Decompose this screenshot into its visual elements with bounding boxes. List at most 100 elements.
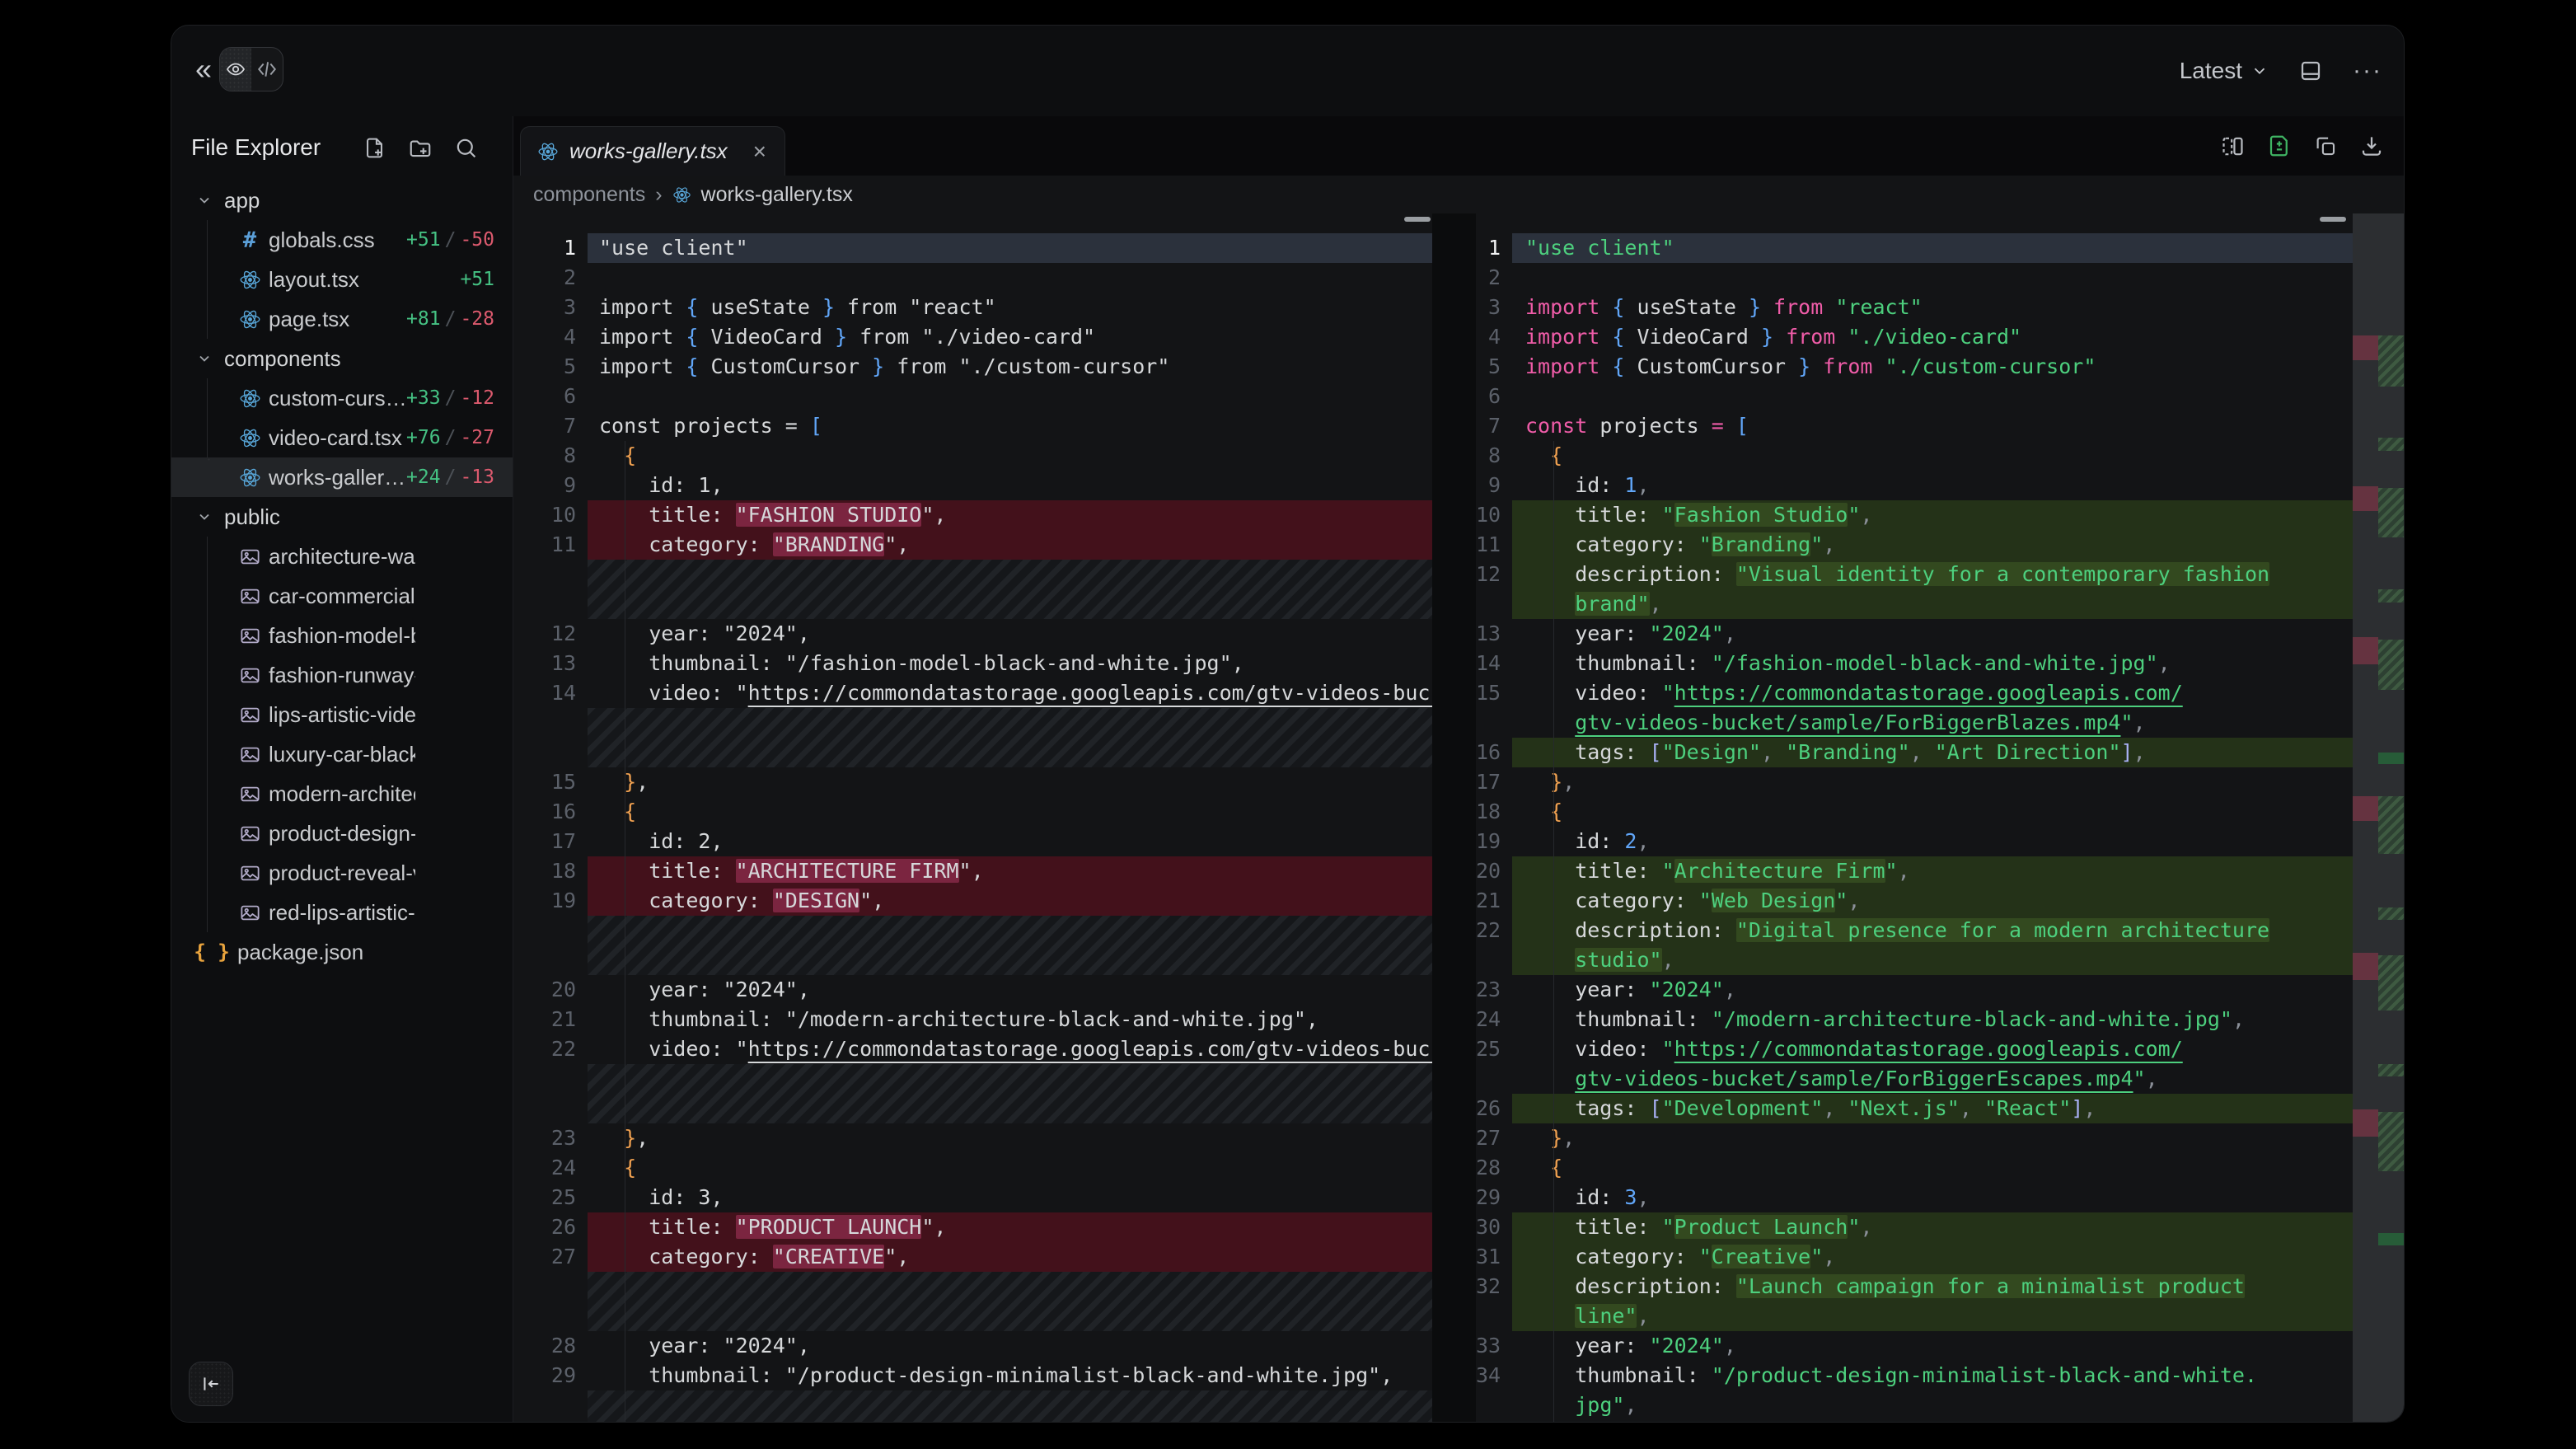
- code-row[interactable]: 6: [513, 382, 1432, 411]
- code-row[interactable]: 17 },: [1476, 767, 2353, 797]
- tree-folder-public[interactable]: public: [171, 497, 513, 537]
- code-row[interactable]: 30 title: "Product Launch",: [1476, 1212, 2353, 1242]
- code-row[interactable]: 2: [513, 263, 1432, 293]
- code-row[interactable]: line",: [1476, 1301, 2353, 1331]
- code-row[interactable]: 20 year: "2024",: [513, 975, 1432, 1005]
- code-row[interactable]: 3import { useState } from "react": [1476, 293, 2353, 322]
- code-row[interactable]: 28 {: [1476, 1153, 2353, 1183]
- code-row[interactable]: studio",: [1476, 945, 2353, 975]
- code-row[interactable]: 21 category: "Web Design",: [1476, 886, 2353, 916]
- tree-file-car-commercial-video-[interactable]: car-commercial-video…: [171, 576, 513, 616]
- tab-close-button[interactable]: ×: [752, 138, 768, 165]
- code-row[interactable]: 7const projects = [: [1476, 411, 2353, 441]
- tree-file-video-card.tsx[interactable]: video-card.tsx+76/-27: [171, 418, 513, 457]
- code-row[interactable]: 33 year: "2024",: [1476, 1331, 2353, 1361]
- tree-file-lips-artistic-video.jpg[interactable]: lips-artistic-video.jpg: [171, 695, 513, 734]
- breadcrumb-file[interactable]: works-gallery.tsx: [701, 183, 853, 207]
- code-row[interactable]: 18 title: "ARCHITECTURE FIRM",: [513, 856, 1432, 886]
- code-row[interactable]: 25 video: "https://commondatastorage.goo…: [1476, 1034, 2353, 1064]
- code-row[interactable]: 9 id: 1,: [1476, 471, 2353, 500]
- tree-file-globals.css[interactable]: #globals.css+51/-50: [171, 220, 513, 260]
- code-row[interactable]: 8 {: [1476, 441, 2353, 471]
- code-row[interactable]: 14 thumbnail: "/fashion-model-black-and-…: [1476, 649, 2353, 678]
- tree-folder-components[interactable]: components: [171, 339, 513, 378]
- tree-file-works-galler-[interactable]: works-galler…+24/-13: [171, 457, 513, 497]
- code-row[interactable]: 29 id: 3,: [1476, 1183, 2353, 1212]
- pane-divider[interactable]: [1432, 213, 1476, 1422]
- code-row[interactable]: 4import { VideoCard } from "./video-card…: [513, 322, 1432, 352]
- collapse-panel-button[interactable]: «: [185, 50, 222, 88]
- code-row[interactable]: 24 {: [513, 1153, 1432, 1183]
- tree-file-modern-architecture-[interactable]: modern-architecture-…: [171, 774, 513, 814]
- code-row[interactable]: 4import { VideoCard } from "./video-card…: [1476, 322, 2353, 352]
- panel-layout-button[interactable]: [2298, 59, 2323, 83]
- code-row[interactable]: 5import { CustomCursor } from "./custom-…: [1476, 352, 2353, 382]
- code-row[interactable]: 14 video: "https://commondatastorage.goo…: [513, 678, 1432, 708]
- code-row[interactable]: 26 title: "PRODUCT LAUNCH",: [513, 1212, 1432, 1242]
- code-row[interactable]: jpg",: [1476, 1390, 2353, 1420]
- split-view-button[interactable]: [2220, 134, 2246, 159]
- diff-view-button[interactable]: [2267, 134, 2292, 158]
- preview-toggle-button[interactable]: [220, 48, 251, 91]
- code-row[interactable]: 17 id: 2,: [513, 827, 1432, 856]
- code-row[interactable]: 1"use client": [1476, 233, 2353, 263]
- code-row[interactable]: 2: [1476, 263, 2353, 293]
- tree-file-architecture-walkthro-[interactable]: architecture-walkthro…: [171, 537, 513, 576]
- code-row[interactable]: 13 year: "2024",: [1476, 619, 2353, 649]
- code-row[interactable]: 7const projects = [: [513, 411, 1432, 441]
- code-row[interactable]: 9 id: 1,: [513, 471, 1432, 500]
- download-button[interactable]: [2359, 134, 2384, 158]
- code-row[interactable]: 15 video: "https://commondatastorage.goo…: [1476, 678, 2353, 708]
- collapse-sidebar-button[interactable]: [189, 1362, 233, 1406]
- code-row[interactable]: 27 },: [1476, 1123, 2353, 1153]
- code-row[interactable]: 11 category: "Branding",: [1476, 530, 2353, 560]
- tree-file-red-lips-artistic-close-[interactable]: red-lips-artistic-close…: [171, 893, 513, 932]
- breadcrumb-parent[interactable]: components: [533, 183, 645, 207]
- scrollbar-thumb[interactable]: [2320, 217, 2346, 222]
- code-row[interactable]: 18 {: [1476, 797, 2353, 827]
- code-row[interactable]: 34 thumbnail: "/product-design-minimalis…: [1476, 1361, 2353, 1390]
- code-row[interactable]: 22 description: "Digital presence for a …: [1476, 916, 2353, 945]
- code-row[interactable]: 12 year: "2024",: [513, 619, 1432, 649]
- code-row[interactable]: 13 thumbnail: "/fashion-model-black-and-…: [513, 649, 1432, 678]
- code-row[interactable]: 6: [1476, 382, 2353, 411]
- code-row[interactable]: 16 {: [513, 797, 1432, 827]
- code-row[interactable]: 26 tags: ["Development", "Next.js", "Rea…: [1476, 1094, 2353, 1123]
- code-row[interactable]: 23 },: [513, 1123, 1432, 1153]
- version-dropdown[interactable]: Latest: [2180, 58, 2269, 84]
- code-row[interactable]: 24 thumbnail: "/modern-architecture-blac…: [1476, 1005, 2353, 1034]
- code-row[interactable]: 25 id: 3,: [513, 1183, 1432, 1212]
- code-row[interactable]: 31 category: "Creative",: [1476, 1242, 2353, 1272]
- code-row[interactable]: 32 description: "Launch campaign for a m…: [1476, 1272, 2353, 1301]
- code-row[interactable]: 15 },: [513, 767, 1432, 797]
- tree-file-package.json[interactable]: { }package.json: [171, 932, 513, 972]
- new-folder-button[interactable]: [408, 135, 433, 160]
- code-row[interactable]: 20 title: "Architecture Firm",: [1476, 856, 2353, 886]
- tree-file-layout.tsx[interactable]: layout.tsx+51: [171, 260, 513, 299]
- diff-overview-ruler[interactable]: [2353, 213, 2404, 1422]
- code-row[interactable]: 10 title: "Fashion Studio",: [1476, 500, 2353, 530]
- tree-file-page.tsx[interactable]: page.tsx+81/-28: [171, 299, 513, 339]
- new-file-button[interactable]: [363, 135, 386, 160]
- code-row[interactable]: 3import { useState } from "react": [513, 293, 1432, 322]
- scrollbar-thumb[interactable]: [1404, 217, 1431, 222]
- copy-button[interactable]: [2313, 134, 2338, 158]
- code-row[interactable]: 21 thumbnail: "/modern-architecture-blac…: [513, 1005, 1432, 1034]
- tree-file-fashion-runway-scen-[interactable]: fashion-runway-scen…: [171, 655, 513, 695]
- tree-file-custom-curs-[interactable]: custom-curs…+33/-12: [171, 378, 513, 418]
- code-row[interactable]: 22 video: "https://commondatastorage.goo…: [513, 1034, 1432, 1064]
- code-row[interactable]: 16 tags: ["Design", "Branding", "Art Dir…: [1476, 738, 2353, 767]
- code-row[interactable]: brand",: [1476, 589, 2353, 619]
- code-row[interactable]: 19 category: "DESIGN",: [513, 886, 1432, 916]
- code-row[interactable]: 27 category: "CREATIVE",: [513, 1242, 1432, 1272]
- code-row[interactable]: 11 category: "BRANDING",: [513, 530, 1432, 560]
- more-options-button[interactable]: ···: [2353, 57, 2382, 85]
- tree-file-product-reveal-video.j-[interactable]: product-reveal-video.j…: [171, 853, 513, 893]
- code-row[interactable]: 28 year: "2024",: [513, 1331, 1432, 1361]
- code-row[interactable]: gtv-videos-bucket/sample/ForBiggerEscape…: [1476, 1064, 2353, 1094]
- search-button[interactable]: [454, 135, 478, 160]
- code-row[interactable]: 29 thumbnail: "/product-design-minimalis…: [513, 1361, 1432, 1390]
- code-row[interactable]: 1"use client": [513, 233, 1432, 263]
- code-row[interactable]: 19 id: 2,: [1476, 827, 2353, 856]
- tab-works-gallery[interactable]: works-gallery.tsx ×: [520, 126, 785, 176]
